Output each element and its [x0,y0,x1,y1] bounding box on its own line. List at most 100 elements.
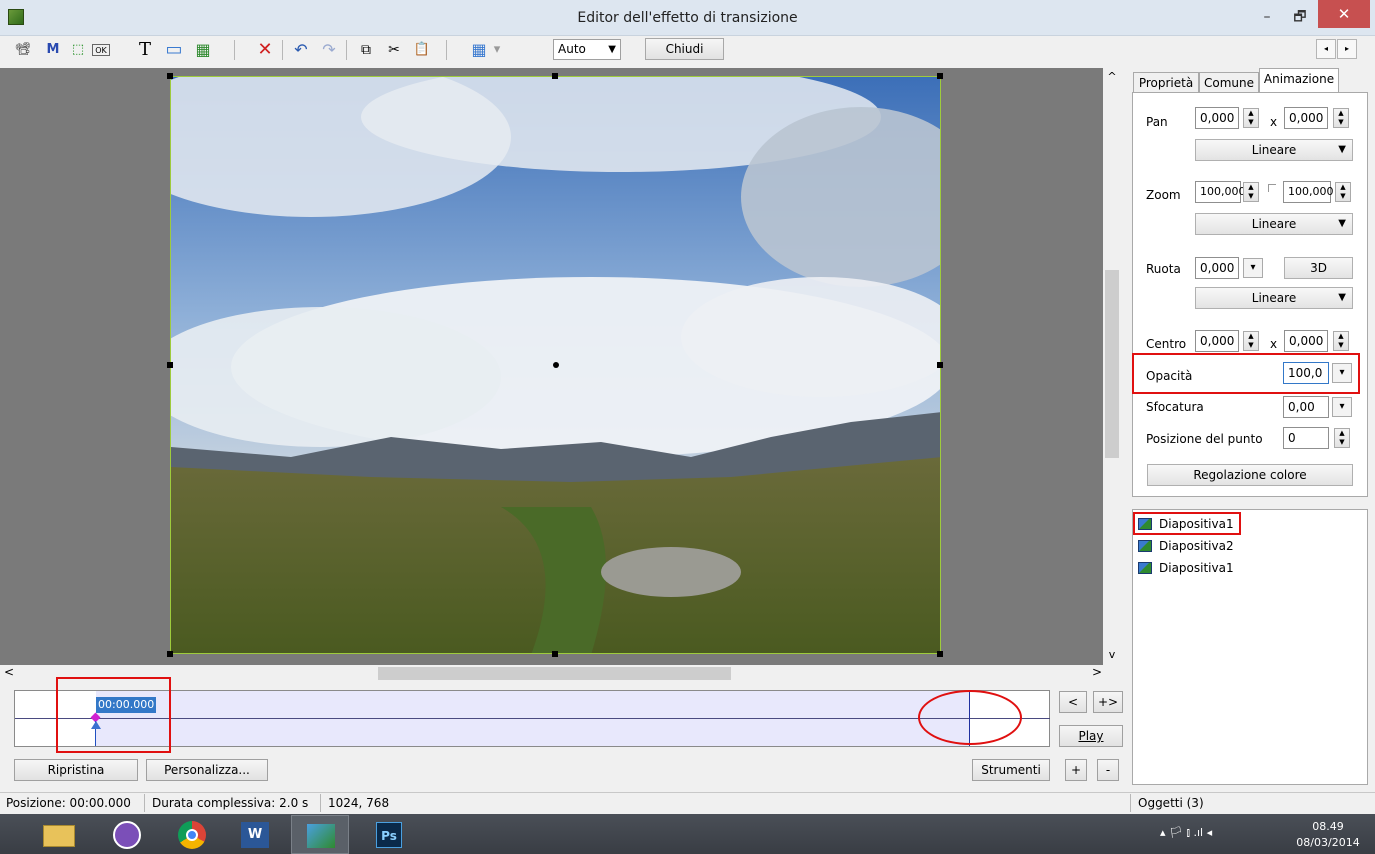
scroll-down-button[interactable]: v [1105,648,1119,661]
status-position: Posizione: 00:00.000 [6,796,131,810]
resize-handle[interactable] [167,651,173,657]
viber-icon[interactable] [105,817,149,853]
text-icon[interactable]: T [134,40,156,60]
camera-icon[interactable]: 📽 [12,40,34,60]
resize-handle[interactable] [937,362,943,368]
rotate-dropdown[interactable]: ▾ [1243,258,1263,278]
nav-right-button[interactable]: ▸ [1337,39,1357,59]
center-label: Centro [1146,337,1187,351]
resize-handle[interactable] [552,651,558,657]
photoshop-icon[interactable]: Ps [368,817,412,853]
tab-proprieta[interactable]: Proprietà [1133,72,1199,93]
prev-keyframe-button[interactable]: < [1059,691,1087,713]
pan-y-stepper[interactable]: ▲ ▼ [1333,108,1349,128]
word-icon[interactable]: W [233,817,277,853]
personalizza-button[interactable]: Personalizza... [146,759,268,781]
object-name: Diapositiva2 [1159,539,1234,553]
resize-handle[interactable] [167,73,173,79]
vertical-scroll-thumb[interactable] [1105,270,1119,458]
toolbar-separator [446,40,447,60]
strumenti-button[interactable]: Strumenti [972,759,1050,781]
center-handle[interactable] [553,362,559,368]
delete-icon[interactable]: ✕ [254,40,276,60]
point-position-input[interactable]: 0 [1283,427,1329,449]
color-adjust-button[interactable]: Regolazione colore [1147,464,1353,486]
status-resolution: 1024, 768 [328,796,390,810]
zoom-x-input[interactable]: 100,000 [1195,181,1246,203]
zoom-select[interactable]: Auto ▼ [553,39,621,60]
rectangle-icon[interactable]: ▭ [163,40,185,60]
tab-comune[interactable]: Comune [1199,72,1259,93]
center-x-input[interactable]: 0,000 [1195,330,1239,352]
scroll-up-button[interactable]: ^ [1105,70,1119,83]
toolbar-separator [346,40,347,60]
add-keyframe-button[interactable]: + [1065,759,1087,781]
resize-handle[interactable] [937,73,943,79]
slide-icon [1138,540,1152,552]
minimize-button[interactable]: – [1250,4,1284,30]
zoom-y-input[interactable]: 100,000 [1283,181,1334,203]
chrome-icon[interactable] [170,817,214,853]
image-icon[interactable]: ▦ [192,40,214,60]
blur-input[interactable]: 0,00 [1283,396,1329,418]
toolbar-separator [282,40,283,60]
grid-dropdown-icon[interactable]: ▾ [490,40,504,60]
highlight-box [1132,353,1360,394]
maximize-button[interactable]: 🗗 [1283,4,1317,30]
resize-handle[interactable] [937,651,943,657]
3d-button[interactable]: 3D [1284,257,1353,279]
pan-separator: x [1270,115,1278,129]
chiudi-button[interactable]: Chiudi [645,38,724,60]
close-window-button[interactable]: ✕ [1318,0,1370,28]
pan-curve-value: Lineare [1251,143,1297,157]
clock-date[interactable]: 08/03/2014 [1293,836,1363,849]
highlight-box [1133,512,1241,535]
undo-icon[interactable]: ↶ [290,40,312,60]
pan-y-input[interactable]: 0,000 [1284,107,1328,129]
paste-icon[interactable]: 📋 [411,40,433,60]
rotate-curve-select[interactable]: Lineare ▼ [1195,287,1353,309]
rotate-input[interactable]: 0,000 [1195,257,1239,279]
point-position-stepper[interactable]: ▲ ▼ [1334,428,1350,448]
pte-app-icon[interactable] [291,815,349,854]
pan-curve-select[interactable]: Lineare ▼ [1195,139,1353,161]
center-separator: x [1270,337,1278,351]
center-x-stepper[interactable]: ▲ ▼ [1243,331,1259,351]
ripristina-button[interactable]: Ripristina [14,759,138,781]
pan-x-stepper[interactable]: ▲ ▼ [1243,108,1259,128]
status-separator [320,794,321,812]
file-explorer-icon[interactable] [37,817,81,853]
nav-left-button[interactable]: ◂ [1316,39,1336,59]
resize-handle[interactable] [552,73,558,79]
pan-x-input[interactable]: 0,000 [1195,107,1239,129]
zoom-x-stepper[interactable]: ▲ ▼ [1243,182,1259,202]
resize-handle[interactable] [167,362,173,368]
grid-icon[interactable]: ▦ [468,40,490,60]
zoom-curve-select[interactable]: Lineare ▼ [1195,213,1353,235]
scroll-left-button[interactable]: < [4,665,18,679]
frame-icon[interactable]: ⬚ [67,40,89,60]
blur-dropdown[interactable]: ▾ [1332,397,1352,417]
redo-icon[interactable]: ↷ [318,40,340,60]
window-title: Editor dell'effetto di transizione [577,10,798,26]
center-y-stepper[interactable]: ▲ ▼ [1333,331,1349,351]
remove-keyframe-button[interactable]: - [1097,759,1119,781]
zoom-y-stepper[interactable]: ▲ ▼ [1335,182,1351,202]
center-y-input[interactable]: 0,000 [1284,330,1328,352]
system-tray[interactable]: ▴ 🏳 ⫾ .ıl ◂ [1160,826,1212,840]
clock-time[interactable]: 08.49 [1298,820,1358,833]
tab-animazione[interactable]: Animazione [1259,68,1339,93]
zoom-link-icon[interactable] [1268,184,1276,192]
status-separator [144,794,145,812]
next-keyframe-button[interactable]: +> [1093,691,1123,713]
mask-icon[interactable]: M [42,40,64,60]
toolbar-separator [234,40,235,60]
scroll-right-button[interactable]: > [1092,665,1106,679]
button-object-icon[interactable]: OK [92,44,110,56]
cut-icon[interactable]: ✂ [383,40,405,60]
status-separator [1130,794,1131,812]
copy-icon[interactable]: ⧉ [355,40,377,60]
horizontal-scroll-thumb[interactable] [378,667,731,680]
play-button[interactable]: Play [1059,725,1123,747]
chevron-down-icon: ▼ [1338,218,1346,229]
